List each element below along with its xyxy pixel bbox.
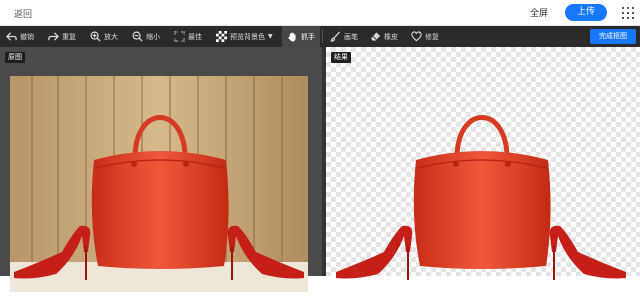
apps-grid-icon[interactable]: [622, 7, 634, 19]
original-badge: 原图: [5, 52, 25, 63]
original-image[interactable]: [10, 76, 308, 292]
redo-icon: [48, 32, 59, 41]
zoom-out-button[interactable]: 缩小: [132, 26, 160, 47]
finish-cutout-button[interactable]: 完成抠图: [590, 29, 636, 44]
result-image[interactable]: [332, 76, 630, 292]
preview-background-dropdown[interactable]: 预览背景色 ▼: [216, 26, 273, 47]
repair-label: 修复: [425, 32, 439, 41]
original-panel: 原图: [0, 47, 322, 292]
hand-icon: [288, 32, 296, 42]
back-link[interactable]: 返回: [14, 7, 32, 20]
brush-tool-button[interactable]: 画笔: [330, 26, 358, 47]
undo-icon: [6, 32, 17, 41]
redo-label: 重复: [62, 32, 76, 41]
undo-label: 撤销: [20, 32, 34, 41]
eraser-icon: [370, 32, 381, 41]
eraser-label: 橡皮: [384, 32, 398, 41]
caret-down-icon: ▼: [268, 33, 273, 40]
editor-toolbar: 撤销 重复 放大 缩小 最佳 预览背景色 ▼ 抓手 画笔 橡皮 修复 完成抠图: [0, 26, 640, 47]
zoom-out-label: 缩小: [146, 32, 160, 41]
brush-label: 画笔: [344, 32, 358, 41]
fit-button[interactable]: 最佳: [174, 26, 202, 47]
redo-button[interactable]: 重复: [48, 26, 76, 47]
toolbar-separator: [322, 30, 323, 43]
top-bar: 返回 全屏 上传: [0, 0, 640, 26]
grab-tool-button[interactable]: 抓手: [282, 26, 320, 47]
eraser-tool-button[interactable]: 橡皮: [370, 26, 398, 47]
zoom-in-button[interactable]: 放大: [90, 26, 118, 47]
zoom-in-label: 放大: [104, 32, 118, 41]
zoom-out-icon: [132, 31, 143, 42]
grab-tool-label: 抓手: [301, 32, 315, 41]
brush-icon: [330, 31, 341, 42]
upload-button[interactable]: 上传: [565, 4, 607, 21]
repair-tool-button[interactable]: 修复: [411, 26, 439, 47]
fit-icon: [174, 31, 185, 42]
fit-label: 最佳: [188, 32, 202, 41]
zoom-in-icon: [90, 31, 101, 42]
preview-background-label: 预览背景色: [230, 32, 265, 41]
checker-icon: [216, 31, 227, 42]
repair-icon: [411, 31, 422, 42]
undo-button[interactable]: 撤销: [6, 26, 34, 47]
result-badge: 结果: [331, 52, 351, 63]
fullscreen-button[interactable]: 全屏: [530, 6, 548, 19]
result-panel: 结果: [326, 47, 640, 280]
